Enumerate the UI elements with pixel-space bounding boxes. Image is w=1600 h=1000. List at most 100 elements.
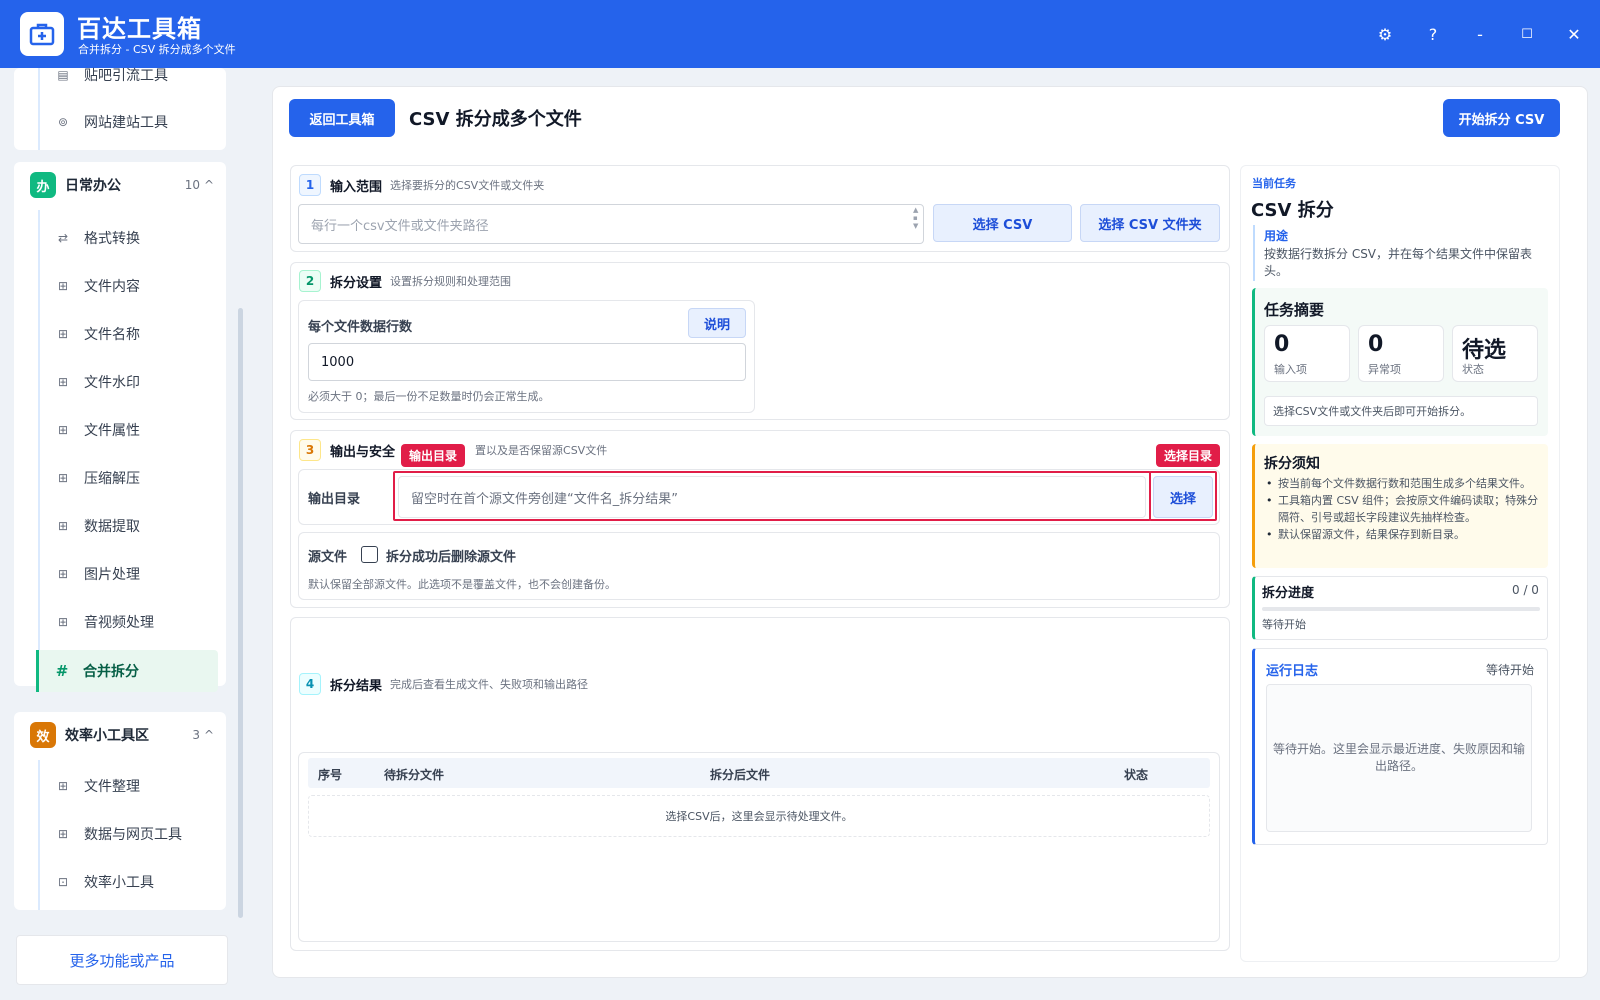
progress-count: 0 / 0 (1512, 583, 1539, 597)
stat-status: 待选 状态 (1452, 325, 1538, 382)
notes-title: 拆分须知 (1264, 456, 1320, 472)
summary-title: 任务摘要 (1264, 301, 1325, 319)
section-desc: 选择要拆分的CSV文件或文件夹 (390, 179, 545, 192)
category-count: 3 (192, 728, 200, 742)
sidebar-item-label: 数据与网页工具 (84, 827, 182, 843)
select-folder-button[interactable]: 选择 CSV 文件夹 (1080, 204, 1220, 242)
sidebar-item-label: 压缩解压 (84, 471, 140, 487)
grid-icon: ⊞ (57, 827, 69, 841)
title-bar: 百达工具箱 合并拆分 - CSV 拆分成多个文件 ⚙ ? - ☐ ✕ (0, 0, 1600, 68)
textarea-scroll-icon: ▲ ▪ ▼ (913, 206, 919, 230)
sidebar-item-image[interactable]: ⊞ 图片处理 (40, 554, 220, 594)
sidebar-item-website[interactable]: ⊚ 网站建站工具 (40, 102, 220, 142)
back-button[interactable]: 返回工具箱 (289, 99, 395, 137)
grid-icon: ⊞ (57, 327, 69, 341)
sidebar-item-content[interactable]: ⊞ 文件内容 (40, 266, 220, 306)
section-header: 4 拆分结果 完成后查看生成文件、失败项和输出路径 (299, 673, 588, 695)
sidebar-item-media[interactable]: ⊞ 音视频处理 (40, 602, 220, 642)
sidebar-item-label: 文件水印 (84, 375, 140, 391)
progress-status: 等待开始 (1262, 618, 1306, 631)
stat-value: 0 (1368, 332, 1384, 357)
section-title: 拆分结果 (330, 678, 383, 694)
log-title: 运行日志 (1266, 664, 1319, 679)
help-icon[interactable]: ? (1420, 21, 1446, 47)
section-title: 拆分设置 (330, 275, 383, 291)
rows-per-file-input[interactable]: 1000 (308, 343, 746, 381)
section-header: 2 拆分设置 设置拆分规则和处理范围 (299, 270, 511, 292)
summary-hint: 选择CSV文件或文件夹后即可开始拆分。 (1264, 396, 1538, 426)
output-dir-label: 输出目录 (308, 492, 361, 507)
stat-value: 待选 (1462, 338, 1507, 363)
progress-title: 拆分进度 (1262, 586, 1315, 601)
choose-dir-highlight (1149, 471, 1217, 521)
sidebar-item-label: 网站建站工具 (84, 115, 168, 131)
usage-text: 按数据行数拆分 CSV，并在每个结果文件中保留表头。 (1264, 247, 1533, 278)
close-icon[interactable]: ✕ (1561, 21, 1587, 47)
delete-source-checkbox[interactable] (361, 546, 378, 563)
path-input[interactable]: 每行一个csv文件或文件夹路径 (298, 204, 924, 244)
usage-accent (1253, 225, 1255, 281)
sidebar-item-label: 文件整理 (84, 779, 140, 795)
rows-label: 每个文件数据行数 (308, 320, 413, 335)
sidebar-item-label: 合并拆分 (83, 664, 139, 680)
collapse-caret-icon[interactable]: ^ (204, 728, 214, 742)
grid-icon: ⊞ (57, 779, 69, 793)
current-task-label: 当前任务 (1252, 177, 1296, 190)
sidebar-item-label: 格式转换 (84, 231, 140, 247)
category-header-efficiency[interactable]: 效 效率小工具区 3 ^ (14, 712, 226, 758)
section-number: 4 (299, 673, 321, 695)
sidebar-item-tieba[interactable]: ▤ 贴吧引流工具 (40, 55, 220, 95)
column-index: 序号 (318, 768, 343, 782)
sidebar-item-label: 数据提取 (84, 519, 140, 535)
select-csv-button[interactable]: 选择 CSV (933, 204, 1072, 242)
log-output: 等待开始。这里会显示最近进度、失败原因和输出路径。 (1266, 684, 1532, 832)
sidebar-item-label: 效率小工具 (84, 875, 154, 891)
help-button[interactable]: 说明 (688, 308, 746, 338)
sidebar-item-data-web[interactable]: ⊞ 数据与网页工具 (40, 814, 220, 854)
delete-source-label[interactable]: 拆分成功后删除源文件 (386, 546, 516, 565)
section-desc: 完成后查看生成文件、失败项和输出路径 (390, 678, 589, 691)
output-dir-highlight (393, 471, 1151, 521)
note-item: 默认保留源文件，结果保存到新目录。 (1266, 526, 1546, 543)
output-dir-tag: 输出目录 (401, 444, 466, 467)
category-header-office[interactable]: 办 日常办公 10 ^ (14, 162, 226, 208)
stat-label: 输入项 (1274, 363, 1307, 376)
note-item: 工具箱内置 CSV 组件；会按原文件编码读取；特殊分隔符、引号或超长字段建议先抽… (1266, 492, 1546, 526)
maximize-icon[interactable]: ☐ (1514, 21, 1540, 47)
source-file-label: 源文件 (308, 550, 348, 565)
globe-icon: ⊚ (57, 115, 69, 129)
list-icon: ▤ (57, 68, 69, 82)
sidebar-item-compress[interactable]: ⊞ 压缩解压 (40, 458, 220, 498)
toolbox-icon: ⊡ (57, 875, 69, 889)
swap-icon: ⇄ (57, 231, 69, 245)
sidebar-item-filename[interactable]: ⊞ 文件名称 (40, 314, 220, 354)
category-name: 日常办公 (65, 178, 121, 194)
sidebar-item-extract[interactable]: ⊞ 数据提取 (40, 506, 220, 546)
note-item: 按当前每个文件数据行数和范围生成多个结果文件。 (1266, 475, 1546, 492)
sidebar-item-merge-split[interactable]: # 合并拆分 (36, 650, 218, 692)
start-split-button[interactable]: 开始拆分 CSV (1443, 99, 1560, 137)
toolbox-logo-icon (20, 12, 64, 56)
minimize-icon[interactable]: - (1467, 21, 1493, 47)
sidebar-item-label: 音视频处理 (84, 615, 154, 631)
category-name: 效率小工具区 (65, 728, 149, 744)
stat-label: 异常项 (1368, 363, 1401, 376)
gear-icon[interactable]: ⚙ (1372, 21, 1398, 47)
section-desc: 设置拆分规则和处理范围 (390, 275, 512, 288)
grid-icon: ⊞ (57, 279, 69, 293)
sidebar-item-label: 文件属性 (84, 423, 140, 439)
grid-icon: ⊞ (57, 519, 69, 533)
collapse-caret-icon[interactable]: ^ (204, 178, 214, 192)
sidebar-item-efficiency-tools[interactable]: ⊡ 效率小工具 (40, 862, 220, 902)
sidebar-item-format[interactable]: ⇄ 格式转换 (40, 218, 220, 258)
sidebar-item-label: 文件名称 (84, 327, 140, 343)
sidebar-item-attributes[interactable]: ⊞ 文件属性 (40, 410, 220, 450)
grid-icon: ⊞ (57, 567, 69, 581)
more-products-button[interactable]: 更多功能或产品 (16, 935, 228, 985)
sidebar-scrollbar[interactable] (238, 308, 243, 918)
column-output: 拆分后文件 (710, 768, 771, 782)
sidebar-item-watermark[interactable]: ⊞ 文件水印 (40, 362, 220, 402)
page-title: CSV 拆分成多个文件 (409, 109, 582, 130)
notes-list: 按当前每个文件数据行数和范围生成多个结果文件。 工具箱内置 CSV 组件；会按原… (1266, 475, 1546, 543)
sidebar-item-organize[interactable]: ⊞ 文件整理 (40, 766, 220, 806)
